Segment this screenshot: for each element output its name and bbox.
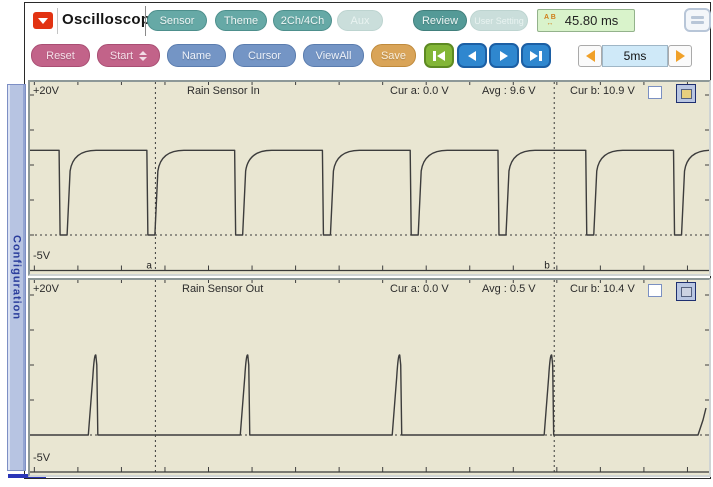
skip-to-start-icon bbox=[433, 51, 436, 61]
cursor-a-readout: Cur a: 0.0 V bbox=[390, 85, 449, 97]
viewall-button[interactable]: ViewAll bbox=[303, 44, 364, 67]
skip-to-end-button[interactable] bbox=[521, 43, 551, 68]
step-forward-button[interactable] bbox=[489, 43, 519, 68]
cursor-b-readout: Cur b: 10.9 V bbox=[570, 85, 635, 97]
channel-2-panel: +20V Rain Sensor Out Cur a: 0.0 V Avg : … bbox=[28, 278, 711, 477]
channel-2-visibility-checkbox[interactable] bbox=[648, 284, 662, 297]
avg-readout: Avg : 9.6 V bbox=[482, 85, 536, 97]
dropdown-arrow-icon bbox=[38, 18, 48, 24]
channel-2-select-checkbox[interactable] bbox=[676, 282, 696, 301]
cursor-b-readout: Cur b: 10.4 V bbox=[570, 283, 635, 295]
app-menu-button[interactable] bbox=[33, 12, 53, 29]
avg-readout: Avg : 0.5 V bbox=[482, 283, 536, 295]
skip-to-start-button[interactable] bbox=[424, 43, 454, 68]
right-arrow-icon bbox=[676, 50, 685, 62]
channel-2-select-state bbox=[681, 287, 692, 297]
aux-button[interactable]: Aux bbox=[337, 10, 383, 31]
printer-icon bbox=[691, 21, 704, 24]
channel-1-visibility-checkbox[interactable] bbox=[648, 86, 662, 99]
user-setting-button[interactable]: User Setting bbox=[470, 10, 528, 31]
timebase-display[interactable]: 5ms bbox=[602, 45, 668, 67]
step-back-icon bbox=[468, 51, 476, 61]
name-button[interactable]: Name bbox=[167, 44, 226, 67]
timebase-decrease-button[interactable] bbox=[578, 45, 602, 67]
tab-configuration-label: Configuration bbox=[11, 235, 23, 320]
channel-title: Rain Sensor In bbox=[187, 85, 260, 97]
a-b-interval-icon: A B ↔ bbox=[544, 15, 556, 27]
channel-2-waveform-area[interactable] bbox=[30, 280, 709, 475]
bottom-scale-label: -5V bbox=[33, 452, 50, 464]
tab-configuration[interactable]: Configuration bbox=[7, 84, 26, 471]
theme-button[interactable]: Theme bbox=[215, 10, 267, 31]
left-arrow-icon bbox=[586, 50, 595, 62]
cursor-button[interactable]: Cursor bbox=[233, 44, 296, 67]
channel-1-select-checkbox[interactable] bbox=[676, 84, 696, 103]
printer-icon bbox=[691, 16, 704, 19]
oscilloscope-app: Oscilloscope Sensor Theme 2Ch/4Ch Aux Re… bbox=[0, 0, 713, 487]
print-button[interactable] bbox=[684, 8, 711, 32]
cursor-interval-display: A B ↔ 45.80 ms bbox=[537, 9, 635, 32]
channel-title: Rain Sensor Out bbox=[182, 283, 263, 295]
top-scale-label: +20V bbox=[33, 283, 59, 295]
sensor-button[interactable]: Sensor bbox=[147, 10, 207, 31]
save-button[interactable]: Save bbox=[371, 44, 416, 67]
review-button[interactable]: Review bbox=[413, 10, 467, 31]
up-down-spinner-icon[interactable] bbox=[139, 51, 147, 61]
skip-to-end-icon bbox=[530, 51, 538, 61]
step-back-button[interactable] bbox=[457, 43, 487, 68]
interval-value: 45.80 ms bbox=[565, 13, 618, 28]
svg-text:a: a bbox=[146, 261, 152, 272]
separator bbox=[145, 6, 146, 36]
channel-1-waveform-area[interactable]: ab bbox=[30, 82, 709, 274]
cursor-a-readout: Cur a: 0.0 V bbox=[390, 283, 449, 295]
top-scale-label: +20V bbox=[33, 85, 59, 97]
timebase-increase-button[interactable] bbox=[668, 45, 692, 67]
start-button[interactable]: Start bbox=[97, 44, 160, 67]
channel-1-panel: ab +20V Rain Sensor In Cur a: 0.0 V Avg … bbox=[28, 80, 711, 276]
channel-mode-button[interactable]: 2Ch/4Ch bbox=[273, 10, 332, 31]
separator bbox=[57, 8, 58, 34]
svg-text:b: b bbox=[544, 261, 550, 272]
channel-1-select-state bbox=[681, 89, 692, 99]
bottom-scale-label: -5V bbox=[33, 250, 50, 262]
step-forward-icon bbox=[500, 51, 508, 61]
start-button-label: Start bbox=[110, 50, 133, 62]
reset-button[interactable]: Reset bbox=[31, 44, 90, 67]
